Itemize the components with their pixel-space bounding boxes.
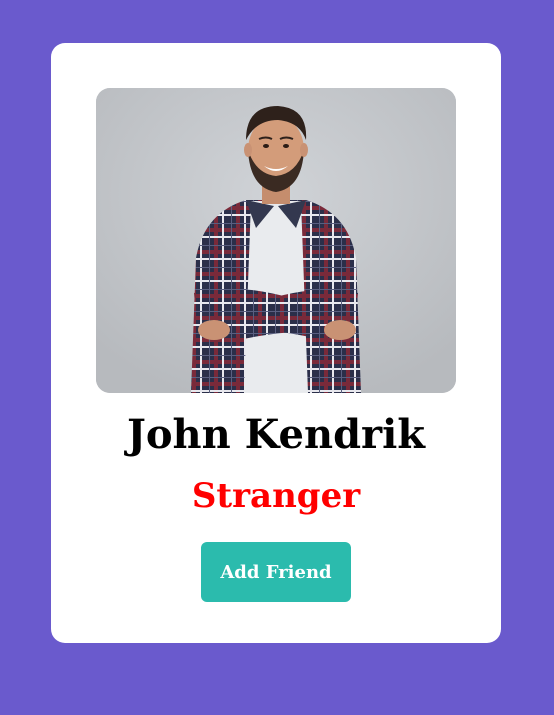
friend-status: Stranger [191,476,361,516]
add-friend-button[interactable]: Add Friend [201,542,351,602]
profile-card: John Kendrik Stranger Add Friend [51,43,501,643]
profile-name: John Kendrik [126,411,426,458]
profile-photo [96,88,456,393]
profile-photo-illustration [96,88,456,393]
